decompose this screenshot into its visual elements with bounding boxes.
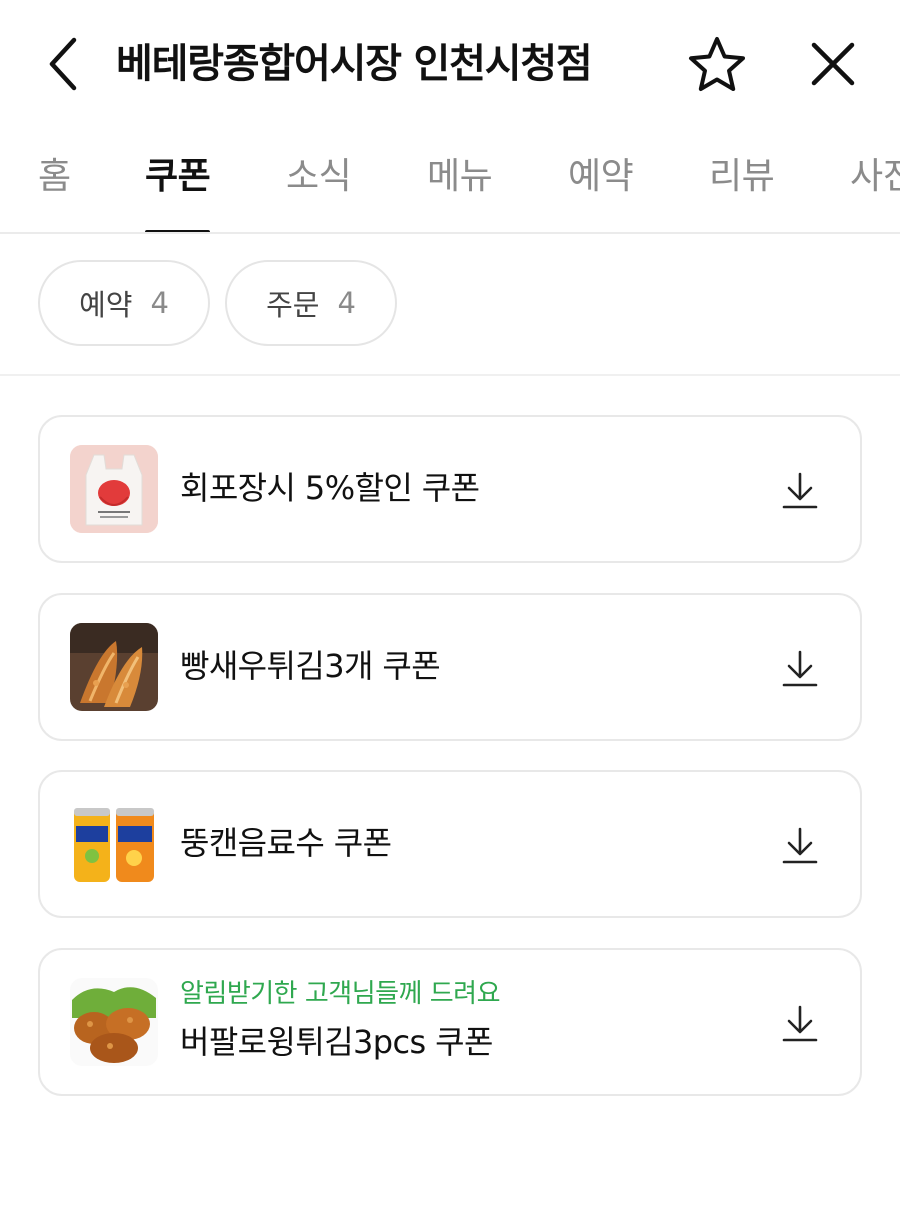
tab-menu[interactable]: 메뉴: [427, 152, 493, 232]
download-button[interactable]: [770, 994, 830, 1054]
coupon-title: 뚱캔음료수 쿠폰: [180, 824, 392, 862]
chip-label: 예약: [79, 288, 133, 322]
download-button[interactable]: [770, 639, 830, 699]
tab-coupon[interactable]: 쿠폰: [145, 152, 211, 232]
buffalo-wings-image: [70, 978, 158, 1066]
top-bar: 베테랑종합어시장 인천시청점: [0, 0, 900, 128]
page-title: 베테랑종합어시장 인천시청점: [116, 41, 593, 87]
filter-chip-reservation[interactable]: 예약 4: [38, 260, 210, 346]
takeout-bag-image: [70, 445, 158, 533]
coupon-title: 빵새우튀김3개 쿠폰: [180, 647, 441, 685]
download-icon: [782, 827, 818, 864]
download-icon: [782, 1005, 818, 1042]
tab-reservation[interactable]: 예약: [568, 152, 634, 232]
coupon-subtitle: 알림받기한 고객님들께 드려요: [180, 979, 501, 1009]
tab-news[interactable]: 소식: [286, 152, 352, 232]
coupon-title: 버팔로윙튀김3pcs 쿠폰: [180, 1023, 493, 1061]
tab-review[interactable]: 리뷰: [709, 152, 775, 232]
coupon-card[interactable]: 회포장시 5%할인 쿠폰: [38, 415, 862, 563]
download-button[interactable]: [770, 461, 830, 521]
fanta-cans-image: [70, 800, 158, 888]
chevron-left-icon: [49, 37, 77, 91]
favorite-button[interactable]: [686, 34, 748, 94]
filter-chip-order[interactable]: 주문 4: [225, 260, 397, 346]
coupon-filter-bar: 예약 4 주문 4: [0, 236, 900, 376]
coupon-card[interactable]: 뚱캔음료수 쿠폰: [38, 770, 862, 918]
tab-photo[interactable]: 사진: [850, 152, 900, 232]
coupon-card[interactable]: 알림받기한 고객님들께 드려요 버팔로윙튀김3pcs 쿠폰: [38, 948, 862, 1096]
chip-label: 주문: [266, 288, 320, 322]
tab-home[interactable]: 홈: [38, 152, 71, 232]
coupon-card[interactable]: 빵새우튀김3개 쿠폰: [38, 593, 862, 741]
download-icon: [782, 472, 818, 509]
chip-count: 4: [337, 286, 356, 320]
download-button[interactable]: [770, 816, 830, 876]
back-button[interactable]: [38, 34, 86, 94]
chip-count: 4: [150, 286, 169, 320]
star-outline-icon: [689, 37, 745, 91]
close-button[interactable]: [802, 34, 864, 94]
coupon-title: 회포장시 5%할인 쿠폰: [180, 469, 480, 507]
close-icon: [811, 42, 855, 86]
fried-shrimp-image: [70, 623, 158, 711]
download-icon: [782, 650, 818, 687]
tab-bar: 홈 쿠폰 소식 메뉴 예약 리뷰 사진: [0, 128, 900, 234]
